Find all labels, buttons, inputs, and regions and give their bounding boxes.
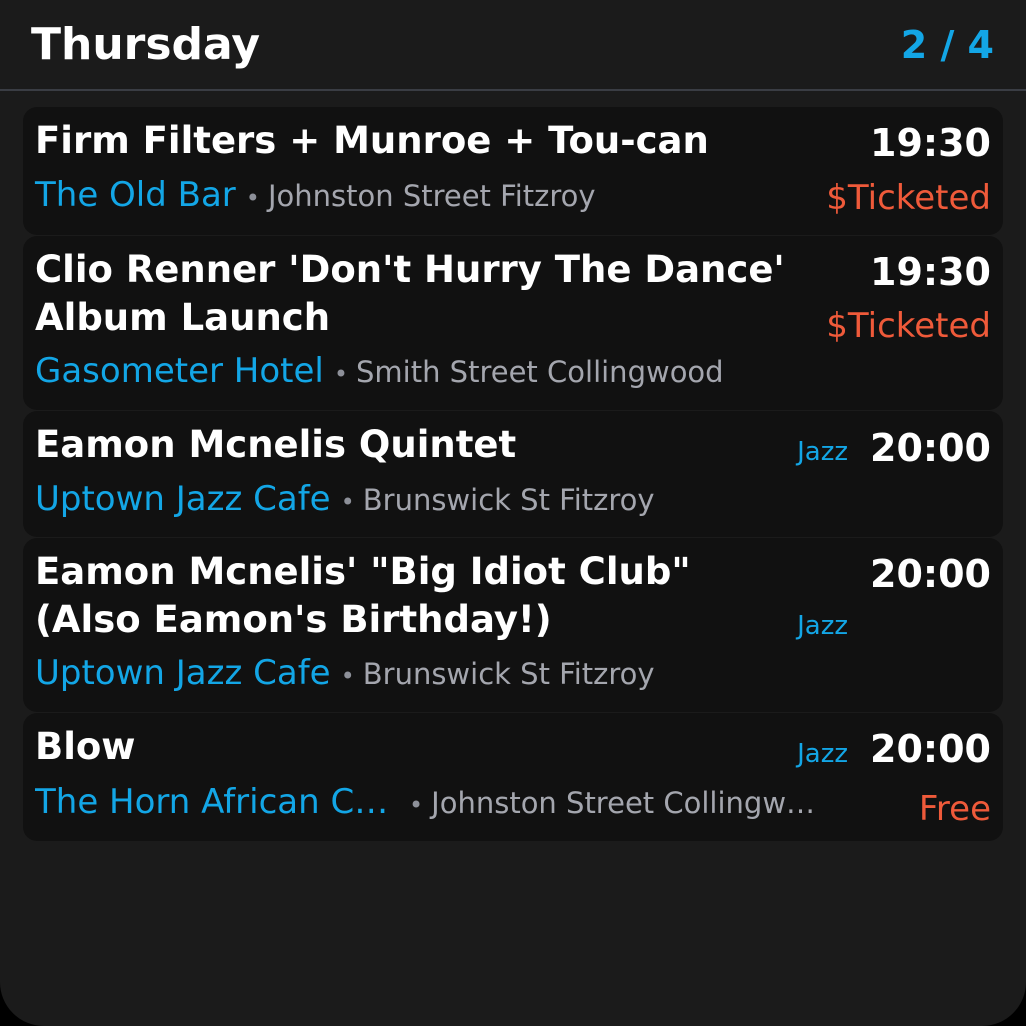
event-card[interactable]: Eamon Mcnelis' "Big Idiot Club" (Also Ea…: [23, 538, 1003, 712]
venue-name[interactable]: Uptown Jazz Cafe: [35, 478, 331, 520]
event-title-line-2: (Also Eamon's Birthday!): [35, 598, 552, 641]
page-indicator: 2 / 4: [900, 23, 994, 67]
genre-tag: Jazz: [797, 611, 848, 641]
event-price: $Ticketed: [826, 306, 991, 346]
event-price: Free: [918, 789, 991, 829]
event-price: $Ticketed: [826, 178, 991, 218]
venue-name[interactable]: The Old Bar: [35, 174, 236, 216]
event-title: Firm Filters + Munroe + Tou-can: [35, 119, 709, 162]
header: Thursday 2 / 4: [0, 0, 1026, 91]
genre-tag: Jazz: [797, 437, 848, 467]
event-card[interactable]: Clio Renner 'Don't Hurry The Dance' Albu…: [23, 236, 1003, 410]
event-location: Uptown Jazz Cafe • Brunswick St Fitzroy: [35, 478, 655, 521]
event-title-line-1: Clio Renner 'Don't Hurry The Dance': [35, 248, 785, 291]
separator-dot: •: [245, 184, 260, 212]
venue-name[interactable]: Gasometer Hotel: [35, 350, 324, 392]
separator-dot: •: [333, 360, 348, 388]
page-title: Thursday: [31, 19, 261, 70]
event-card[interactable]: Eamon Mcnelis Quintet Jazz 20:00 Uptown …: [23, 411, 1003, 537]
event-list: Firm Filters + Munroe + Tou-can 19:30 Th…: [23, 107, 1003, 842]
event-title-line-1: Eamon Mcnelis' "Big Idiot Club": [35, 550, 691, 593]
event-location: The Horn African C… • Johnston Street Co…: [35, 781, 815, 824]
event-title-line-2: Album Launch: [35, 296, 331, 339]
venue-name[interactable]: The Horn African C…: [35, 781, 399, 823]
event-time: 20:00: [870, 426, 991, 470]
venue-name[interactable]: Uptown Jazz Cafe: [35, 652, 331, 694]
venue-address: Johnston Street Fitzroy: [267, 179, 596, 213]
event-location: Uptown Jazz Cafe • Brunswick St Fitzroy: [35, 652, 655, 695]
genre-tag: Jazz: [797, 739, 848, 769]
event-time: 20:00: [870, 552, 991, 596]
separator-dot: •: [409, 791, 424, 819]
event-time: 19:30: [870, 121, 991, 165]
event-card[interactable]: Blow Jazz 20:00 The Horn African C… • Jo…: [23, 713, 1003, 841]
separator-dot: •: [340, 662, 355, 690]
venue-address: Smith Street Collingwood: [356, 355, 724, 389]
separator-dot: •: [340, 488, 355, 516]
event-location: The Old Bar • Johnston Street Fitzroy: [35, 174, 596, 217]
app-window: Thursday 2 / 4 Firm Filters + Munroe + T…: [0, 0, 1026, 1026]
event-title: Eamon Mcnelis Quintet: [35, 423, 517, 466]
event-time: 20:00: [870, 727, 991, 771]
event-card[interactable]: Firm Filters + Munroe + Tou-can 19:30 Th…: [23, 107, 1003, 235]
event-time: 19:30: [870, 250, 991, 294]
event-location: Gasometer Hotel • Smith Street Collingwo…: [35, 350, 724, 393]
venue-address: Brunswick St Fitzroy: [362, 657, 655, 691]
venue-address: Johnston Street Collingw…: [431, 786, 816, 820]
event-title: Blow: [35, 725, 136, 768]
venue-address: Brunswick St Fitzroy: [362, 483, 655, 517]
